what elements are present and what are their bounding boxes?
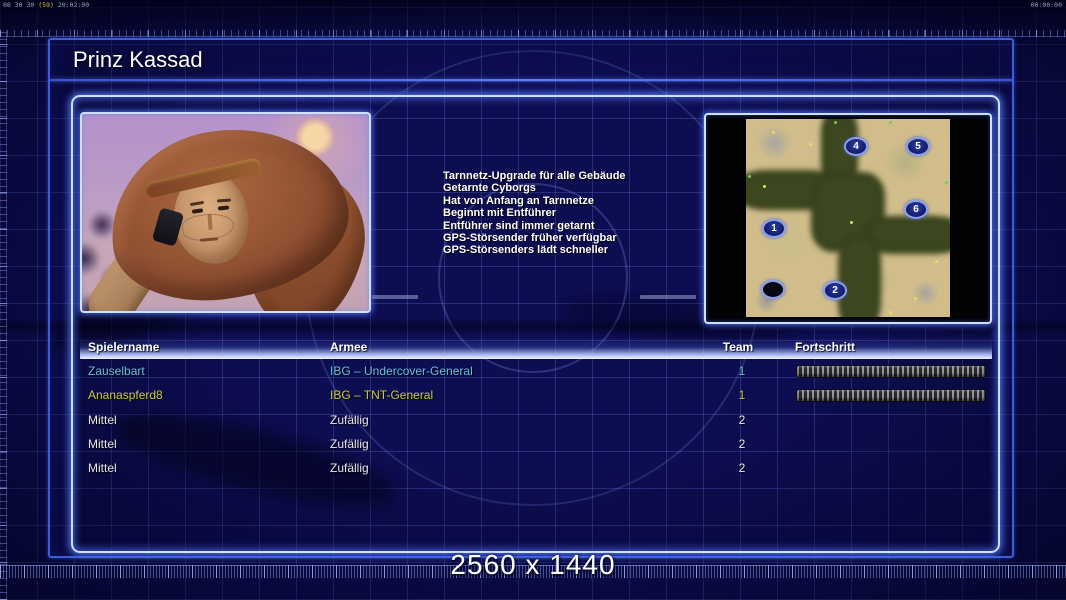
trait-line: Tarnnetz-Upgrade für alle Gebäude [443,170,626,182]
player-army: Zufällig [330,461,369,475]
terrain-forest [837,233,881,317]
player-name: Mittel [88,413,117,427]
player-name: Zauselbart [88,364,145,378]
general-traits-list: Tarnnetz-Upgrade für alle Gebäude Getarn… [443,170,626,257]
start-marker-blank [761,280,785,299]
debug-timer: 00:00:00 [1030,1,1062,9]
player-army: Zufällig [330,413,369,427]
debug-buffer: (59) [38,1,54,9]
trait-line: GPS-Störsenders lädt schneller [443,244,609,257]
trait-line: Hat von Anfang an Tarnnetze [443,194,594,207]
trait-line: Entführer sind immer getarnt [443,219,595,232]
debug-counter: 08 30 30 (59) 20:02:00 [3,1,89,9]
player-team: 1 [738,388,746,402]
column-header-progress: Fortschritt [795,340,855,354]
column-header-team: Team [722,340,754,354]
player-team: 2 [738,437,746,451]
trait-line: GPS-Störsender früher verfügbar [443,232,617,245]
map-dot-green [748,175,751,178]
player-army: IBG – Undercover-General [330,364,473,378]
start-marker-5: 5 [906,137,930,156]
start-marker-6: 6 [904,200,928,219]
map-dot [935,260,938,263]
column-header-playername: Spielername [88,340,160,354]
map-dot [809,143,812,146]
map-dot [763,185,766,188]
minimap: 1 2 4 5 6 [746,119,950,317]
debug-frames: 08 30 30 [3,1,35,9]
trait-line: Beginnt mit Entführer [443,207,557,220]
map-dot [850,221,853,224]
trait-line: Getarnte Cyborgs [443,182,536,195]
page-title: Prinz Kassad [73,47,203,72]
table-header: Spielername Armee Team Fortschritt [80,337,992,359]
start-marker-2: 2 [823,281,847,300]
player-name: Mittel [88,461,117,475]
map-dot-green [889,121,892,124]
player-army: IBG – TNT-General [330,388,434,402]
map-dot [889,311,892,314]
player-team: 2 [738,413,746,427]
start-marker-1: 1 [762,219,786,238]
load-progress-bar [796,389,986,402]
player-name: Mittel [88,437,117,451]
start-marker-4: 4 [844,137,868,156]
loading-screen: 08 30 30 (59) 20:02:00 00:00:00 Prinz Ka… [0,0,1066,600]
column-header-army: Armee [330,340,368,354]
debug-clock: 20:02:00 [57,1,90,9]
map-dot [914,297,917,300]
general-portrait [80,112,371,313]
player-name: Ananaspferd8 [88,388,163,402]
map-dot [772,131,775,134]
minimap-panel: 1 2 4 5 6 [704,113,992,324]
ruler-left [0,30,7,600]
map-dot-green [945,181,948,184]
ruler-top [0,30,1066,37]
title-divider [50,79,1012,81]
player-team: 2 [738,461,746,475]
player-army: Zufällig [330,437,369,451]
resolution-label: 2560 x 1440 [450,549,616,580]
map-dot-green [834,121,837,124]
player-team: 1 [738,364,746,378]
load-progress-bar [796,365,986,378]
